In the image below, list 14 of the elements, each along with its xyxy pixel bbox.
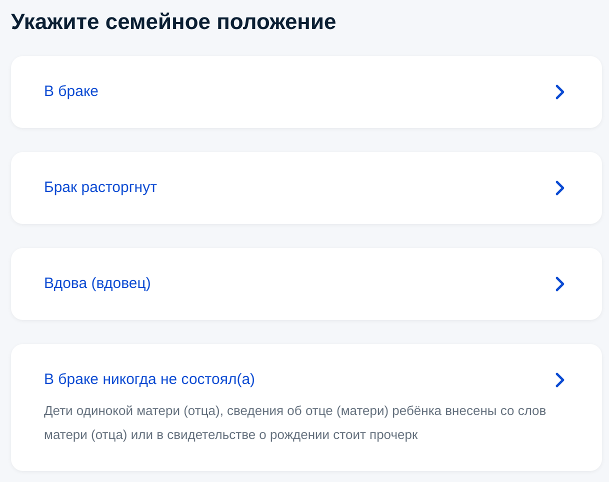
option-label: Вдова (вдовец) bbox=[44, 274, 151, 294]
option-card[interactable]: В браке никогда не состоял(а) Дети одинокой матери (отца), сведения об отце (матери) ребёнка внесены со слов матери (отца) или в свидетельстве о рождении стоит прочерк bbox=[11, 344, 602, 471]
chevron-right-icon bbox=[555, 372, 565, 388]
option-card[interactable]: В браке bbox=[11, 56, 602, 128]
option-label: В браке никогда не состоял(а) bbox=[44, 370, 256, 390]
chevron-right-icon bbox=[555, 276, 565, 292]
page-title: Укажите семейное положение bbox=[11, 8, 338, 36]
chevron-right-icon bbox=[555, 180, 565, 196]
option-card[interactable]: Вдова (вдовец) bbox=[11, 248, 602, 320]
chevron-right-icon bbox=[555, 84, 565, 100]
option-label: В браке bbox=[44, 82, 99, 102]
option-label: Брак расторгнут bbox=[44, 178, 157, 198]
option-card[interactable]: Брак расторгнут bbox=[11, 152, 602, 224]
option-description: Дети одинокой матери (отца), сведения об отце (матери) ребёнка внесены со слов матери (отца) или в свидетельстве о рождении стоит прочерк bbox=[44, 402, 548, 444]
